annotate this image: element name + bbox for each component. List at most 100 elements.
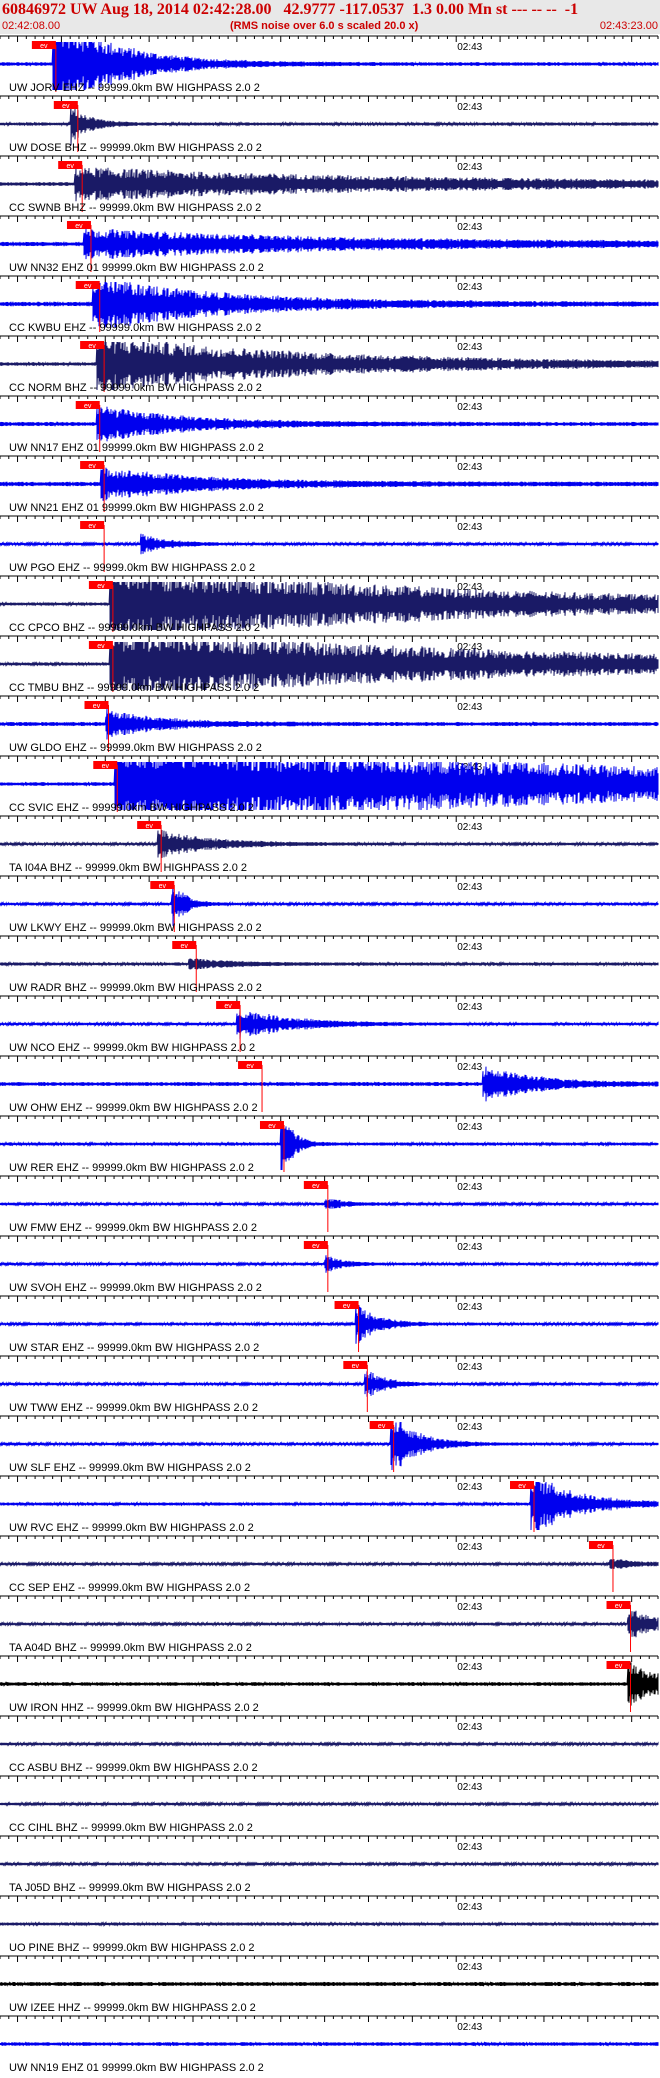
trace-row: 02:43 UO PINE BHZ -- 99999.0km BW HIGHPAS…	[0, 1895, 659, 1954]
trace-row: 02:43 ev UW NN17 EHZ 01 99999.0km BW HIGHP…	[0, 395, 659, 454]
station-label: CC SVIC EHZ -- 99999.0km BW HIGHPASS 2.0…	[9, 802, 254, 814]
trace-row: 02:43 CC ASBU BHZ -- 99999.0km BW HIGHPAS…	[0, 1715, 659, 1774]
trace-row: 02:43 ev CC SEP EHZ -- 99999.0km BW HIGHPA…	[0, 1535, 659, 1594]
tick-label: 02:43	[457, 42, 482, 53]
station-label: TA J05D BHZ -- 99999.0km BW HIGHPASS 2.0…	[9, 1882, 251, 1894]
trace-row: 02:43 ev UW GLDO EHZ -- 99999.0km BW HIGHP…	[0, 695, 659, 754]
tick-label: 02:43	[457, 1062, 482, 1073]
pick-label: ev	[88, 343, 96, 350]
event-title: 60846972 UW Aug 18, 2014 02:42:28.00 42.…	[2, 1, 579, 18]
station-label: UW IZEE HHZ -- 99999.0km BW HIGHPASS 2.0…	[9, 2002, 256, 2014]
pick-label: ev	[378, 1423, 386, 1430]
tick-label: 02:43	[457, 222, 482, 233]
tick-label: 02:43	[457, 1482, 482, 1493]
tick-label: 02:43	[457, 702, 482, 713]
station-label: UW GLDO EHZ -- 99999.0km BW HIGHPASS 2.0…	[9, 742, 262, 754]
station-label: UW SLF EHZ -- 99999.0km BW HIGHPASS 2.0 …	[9, 1462, 251, 1474]
trace-row: 02:43 ev UW RADR BHZ -- 99999.0km BW HIGHP…	[0, 935, 659, 994]
trace-row: 02:43 ev UW NN32 EHZ 01 99999.0km BW HIGHP…	[0, 215, 659, 274]
station-label: CC NORM BHZ -- 99999.0km BW HIGHPASS 2.0…	[9, 382, 262, 394]
station-label: UW NN21 EHZ 01 99999.0km BW HIGHPASS 2.0…	[9, 502, 264, 514]
tick-label: 02:43	[457, 462, 482, 473]
trace-row: 02:43 ev CC KWBU EHZ -- 99999.0km BW HIGHP…	[0, 275, 659, 334]
tick-label: 02:43	[457, 822, 482, 833]
trace-row: 02:43 ev CC NORM BHZ -- 99999.0km BW HIGHP…	[0, 335, 659, 394]
waveform	[0, 1371, 659, 1397]
pick-label: ev	[40, 43, 48, 50]
pick-label: ev	[268, 1123, 276, 1130]
waveform	[0, 1610, 659, 1638]
trace-row: 02:43evCC TMBU BHZ -- 99999.0km BW HIGHP…	[0, 635, 659, 694]
tick-label: 02:43	[457, 1242, 482, 1253]
tick-label: 02:43	[457, 1782, 482, 1793]
trace-row: 02:43 ev UW OHW EHZ -- 99999.0km BW HIGHPA…	[0, 1055, 659, 1114]
waveform	[0, 1009, 659, 1039]
waveform	[0, 1860, 659, 1868]
trace-row: 02:43 ev TA I04A BHZ -- 99999.0km BW HIGHP…	[0, 815, 659, 874]
trace-row: 02:43 ev UW LKWY EHZ -- 99999.0km BW HIGHP…	[0, 875, 659, 934]
waveform	[0, 228, 659, 260]
station-label: CC CPCO BHZ -- 99999.0km BW HIGHPASS 2.0…	[9, 622, 260, 634]
trace-row: 02:43 ev UW FMW EHZ -- 99999.0km BW HIGHPA…	[0, 1175, 659, 1234]
station-label: UW RER EHZ -- 99999.0km BW HIGHPASS 2.0 …	[9, 1162, 254, 1174]
waveform	[0, 1304, 659, 1344]
trace-row: 02:43 ev UW STAR EHZ -- 99999.0km BW HIGHP…	[0, 1295, 659, 1354]
trace-row: 02:43 ev UW PGO EHZ -- 99999.0km BW HIGHPA…	[0, 515, 659, 574]
pick-label: ev	[343, 1303, 351, 1310]
station-label: TA A04D BHZ -- 99999.0km BW HIGHPASS 2.0…	[9, 1642, 252, 1654]
trace-row: 02:43 CC CIHL BHZ -- 99999.0km BW HIGHPAS…	[0, 1775, 659, 1834]
waveform	[0, 1558, 659, 1570]
station-label: UO PINE BHZ -- 99999.0km BW HIGHPASS 2.0…	[9, 1942, 255, 1954]
station-label: CC SEP EHZ -- 99999.0km BW HIGHPASS 2.0 …	[9, 1582, 250, 1594]
tick-label: 02:43	[457, 1302, 482, 1313]
waveform	[0, 830, 659, 858]
rms-note: (RMS noise over 6.0 s scaled 20.0 x)	[230, 20, 419, 32]
tick-label: 02:43	[457, 1422, 482, 1433]
trace-row: 02:43 ev UW IRON HHZ -- 99999.0km BW HIGHP…	[0, 1655, 659, 1714]
trace-row: 02:43 UW NN19 EHZ 01 99999.0km BW HIGHPAS…	[0, 2015, 659, 2074]
waveform	[0, 882, 659, 926]
trace-row: 02:43evCC CPCO BHZ -- 99999.0km BW HIGHP…	[0, 575, 659, 634]
station-label: UW PGO EHZ -- 99999.0km BW HIGHPASS 2.0 …	[9, 562, 255, 574]
station-label: UW NN32 EHZ 01 99999.0km BW HIGHPASS 2.0…	[9, 262, 264, 274]
tick-label: 02:43	[457, 1122, 482, 1133]
trace-row: 02:43 ev UW NCO EHZ -- 99999.0km BW HIGHPA…	[0, 995, 659, 1054]
tick-label: 02:43	[457, 1182, 482, 1193]
tick-label: 02:43	[457, 522, 482, 533]
station-label: UW TWW EHZ -- 99999.0km BW HIGHPASS 2.0 …	[9, 1402, 258, 1414]
end-time: 02:43:23.00	[599, 20, 658, 32]
seismogram-plot: 02:43 ev UW JORV EHZ -- 99999.0km BW HIGHP…	[0, 35, 659, 2074]
station-label: CC ASBU BHZ -- 99999.0km BW HIGHPASS 2.0…	[9, 1762, 258, 1774]
trace-row: 02:43evCC SVIC EHZ -- 99999.0km BW HIGHP…	[0, 755, 659, 814]
station-label: UW OHW EHZ -- 99999.0km BW HIGHPASS 2.0 …	[9, 1102, 258, 1114]
trace-row: 02:43 ev UW SVOH EHZ -- 99999.0km BW HIGHP…	[0, 1235, 659, 1294]
trace-row: 02:43 ev TA A04D BHZ -- 99999.0km BW HIGHP…	[0, 1595, 659, 1654]
waveform	[0, 1255, 659, 1273]
pick-label: ev	[75, 223, 83, 230]
waveform	[0, 1800, 659, 1808]
station-label: UW LKWY EHZ -- 99999.0km BW HIGHPASS 2.0…	[9, 922, 262, 934]
pick-label: ev	[312, 1243, 320, 1250]
trace-row: 02:43 ev UW JORV EHZ -- 99999.0km BW HIGHP…	[0, 35, 659, 94]
tick-label: 02:43	[457, 1842, 482, 1853]
pick-label: ev	[312, 1183, 320, 1190]
waveform	[0, 2041, 659, 2047]
station-label: UW NN17 EHZ 01 99999.0km BW HIGHPASS 2.0…	[9, 442, 264, 454]
station-label: UW NCO EHZ -- 99999.0km BW HIGHPASS 2.0 …	[9, 1042, 255, 1054]
tick-label: 02:43	[457, 1662, 482, 1673]
pick-label: ev	[102, 763, 110, 770]
header-bar: 60846972 UW Aug 18, 2014 02:42:28.00 42.…	[0, 0, 660, 34]
waveform	[0, 102, 659, 146]
tick-label: 02:43	[457, 1902, 482, 1913]
pick-label: ev	[93, 703, 101, 710]
station-label: UW NN19 EHZ 01 99999.0km BW HIGHPASS 2.0…	[9, 2062, 264, 2074]
tick-label: 02:43	[457, 1362, 482, 1373]
pick-label: ev	[615, 1663, 623, 1670]
station-label: CC KWBU EHZ -- 99999.0km BW HIGHPASS 2.0…	[9, 322, 261, 334]
tick-label: 02:43	[457, 1542, 482, 1553]
waveform	[0, 1662, 659, 1706]
pick-label: ev	[88, 523, 96, 530]
tick-label: 02:43	[457, 1722, 482, 1733]
tick-label: 02:43	[457, 162, 482, 173]
station-label: CC TMBU BHZ -- 99999.0km BW HIGHPASS 2.0…	[9, 682, 259, 694]
